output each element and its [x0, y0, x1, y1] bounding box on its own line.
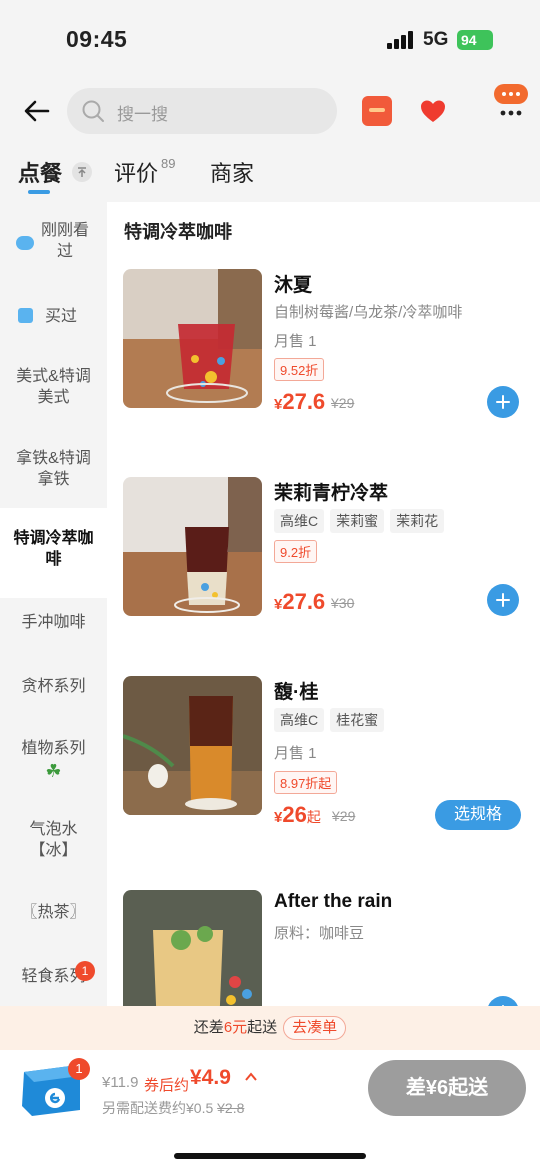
product-name: 馥·桂: [274, 682, 319, 703]
product-tags: 高维C 桂花蜜: [274, 708, 385, 732]
status-bar: 09:45 5G 94: [0, 0, 540, 80]
product-item[interactable]: 馥·桂 高维C 桂花蜜 月售 1 8.97折起 ¥26起 ¥29 选规格: [107, 676, 540, 830]
home-indicator: [174, 1153, 366, 1159]
notice-prefix: 还差: [193, 1019, 224, 1036]
search-input[interactable]: 搜一搜: [67, 88, 337, 134]
network-type: 5G: [423, 29, 449, 50]
product-tag: 高维C: [274, 708, 325, 732]
product-image[interactable]: [123, 676, 262, 815]
sidebar-item-pour-over[interactable]: 手冲咖啡: [0, 612, 107, 633]
bag-icon: [18, 308, 33, 323]
product-tag: 高维C: [274, 509, 325, 533]
product-original-price: ¥29: [331, 395, 355, 411]
more-options-icon[interactable]: [492, 84, 530, 118]
sidebar-item-latte[interactable]: 拿铁&特调拿铁: [0, 448, 107, 490]
product-sold: 月售 1: [274, 333, 317, 350]
product-description: 自制树莓酱/乌龙茶/冷萃咖啡: [274, 304, 463, 321]
sidebar-item-cold-brew[interactable]: 特调冷萃咖啡: [0, 508, 107, 598]
product-tags: 高维C 茉莉蜜 茉莉花: [274, 509, 445, 533]
tab-reviews[interactable]: 评价: [114, 156, 158, 188]
review-count: 89: [161, 156, 176, 171]
delivery-fee-text: 另需配送费约¥0.5: [102, 1100, 214, 1116]
product-item[interactable]: 茉莉青柠冷萃 高维C 茉莉蜜 茉莉花 9.2折 ¥27.6 ¥30: [107, 477, 540, 627]
cart-final-price: ¥4.9: [190, 1066, 231, 1089]
cart-badge: 1: [68, 1058, 90, 1080]
product-price: ¥27.6: [274, 389, 326, 414]
chevron-up-icon[interactable]: [244, 1070, 258, 1084]
product-price: ¥27.6: [274, 589, 326, 614]
product-price: ¥26起: [274, 802, 321, 827]
minimum-order-notice: 还差6元起送 去凑单: [0, 1006, 540, 1050]
battery-icon: 94: [457, 30, 493, 50]
pin-top-icon[interactable]: [72, 162, 92, 182]
sidebar-item-purchased[interactable]: 买过: [0, 304, 107, 330]
notice-suffix: 起送: [247, 1019, 278, 1036]
clover-icon: ☘: [45, 761, 62, 781]
product-discount: 9.2折: [274, 540, 318, 563]
product-tag: 桂花蜜: [330, 708, 385, 732]
search-placeholder: 搜一搜: [117, 105, 168, 124]
notice-amount: 6元: [223, 1019, 248, 1036]
search-icon: [82, 100, 104, 122]
back-arrow-icon[interactable]: [22, 96, 52, 126]
delivery-fee-original: ¥2.8: [217, 1100, 245, 1116]
tab-merchant[interactable]: 商家: [210, 156, 254, 188]
select-spec-button[interactable]: 选规格: [435, 800, 521, 830]
sidebar-item-hot-tea[interactable]: 〖热茶〗: [0, 902, 107, 923]
product-price-value: 27.6: [282, 589, 326, 614]
product-image[interactable]: [123, 890, 262, 1008]
product-price-value: 26: [282, 802, 307, 827]
sidebar-item-light-food[interactable]: 轻食系列 1: [0, 961, 107, 987]
product-name: 沐夏: [274, 275, 313, 296]
store-tabs: 点餐 评价 89 商家: [0, 150, 540, 200]
red-packet-icon[interactable]: [362, 96, 392, 126]
product-discount: 9.52折: [274, 358, 325, 381]
price-suffix: 起: [306, 809, 321, 825]
product-sold: 月售 1: [274, 745, 317, 762]
product-item[interactable]: After the rain 原料：咖啡豆: [107, 890, 540, 1008]
signal-icon: [387, 31, 413, 49]
product-image[interactable]: [123, 477, 262, 616]
sidebar-item-sparkling[interactable]: 气泡水【冰】: [0, 819, 107, 861]
cart-original-price: ¥11.9: [102, 1074, 139, 1091]
product-image[interactable]: [123, 269, 262, 408]
product-price-value: 27.6: [282, 389, 326, 414]
category-badge: 1: [75, 961, 95, 981]
checkout-button[interactable]: 差¥6起送: [368, 1060, 526, 1116]
product-name: After the rain: [274, 891, 393, 912]
sidebar-item-plant[interactable]: 植物系列 ☘: [0, 738, 107, 782]
delivery-fee: 另需配送费约¥0.5 ¥2.8: [102, 1098, 244, 1118]
add-more-button[interactable]: 去凑单: [283, 1016, 347, 1040]
product-original-price: ¥29: [332, 808, 356, 824]
product-name: 茉莉青柠冷萃: [274, 483, 389, 504]
sidebar-item-label: 刚刚看过: [40, 222, 89, 260]
add-to-cart-button[interactable]: [487, 584, 519, 616]
battery-level: 94: [461, 32, 477, 48]
section-title: 特调冷萃咖啡: [124, 222, 232, 242]
coupon-label: 券后约: [144, 1077, 190, 1094]
sidebar-item-americano[interactable]: 美式&特调美式: [0, 366, 107, 408]
status-time: 09:45: [66, 26, 128, 52]
product-original-price: ¥30: [331, 595, 355, 611]
sidebar-item-label: 植物系列: [21, 740, 86, 757]
product-discount: 8.97折起: [274, 771, 338, 794]
sidebar-item-label: 买过: [44, 308, 77, 325]
product-tag: 茉莉花: [390, 509, 445, 533]
sidebar-item-tanbei[interactable]: 贪杯系列: [0, 676, 107, 697]
product-list: 特调冷萃咖啡 沐夏 自制树莓酱/乌龙茶/冷萃咖啡 月售 1 9.52折 ¥27.…: [107, 202, 540, 1008]
product-item[interactable]: 沐夏 自制树莓酱/乌龙茶/冷萃咖啡 月售 1 9.52折 ¥27.6 ¥29: [107, 269, 540, 419]
product-tag: 茉莉蜜: [330, 509, 385, 533]
tab-active-indicator: [28, 190, 50, 194]
sidebar-item-recently-viewed[interactable]: 刚刚看过: [0, 220, 107, 284]
tab-order[interactable]: 点餐: [18, 156, 62, 188]
favorite-heart-icon[interactable]: [419, 97, 447, 125]
product-description: 原料：咖啡豆: [274, 925, 365, 942]
category-sidebar: 刚刚看过 买过 美式&特调美式 拿铁&特调拿铁 特调冷萃咖啡 手冲咖啡 贪杯系列…: [0, 202, 107, 1008]
eye-icon: [16, 236, 34, 250]
add-to-cart-button[interactable]: [487, 386, 519, 418]
